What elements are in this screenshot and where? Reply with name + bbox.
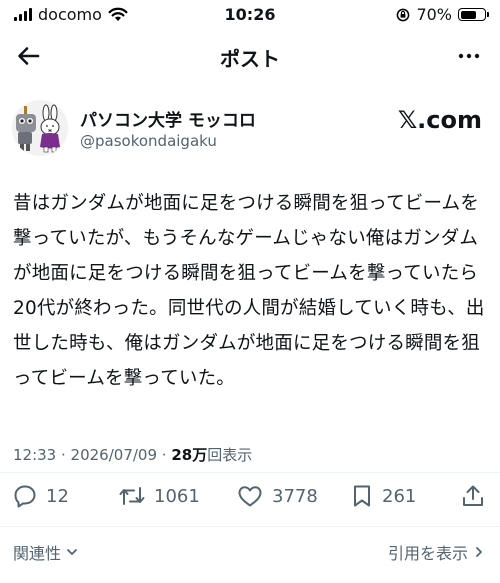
divider <box>0 472 500 473</box>
battery-icon <box>458 8 489 21</box>
author-name[interactable]: パソコン大学 モッコロ <box>80 106 256 131</box>
page-title: ポスト <box>220 47 280 71</box>
source-badge: 𝕏.com <box>397 106 482 134</box>
reply-button[interactable]: 12 <box>12 483 69 509</box>
battery-level <box>460 10 476 19</box>
reply-icon <box>14 485 36 508</box>
tweet-meta: 12:33 · 2026/07/09 · 28万回表示 <box>13 444 252 465</box>
quotes-label: 引用を表示 <box>387 544 468 563</box>
sort-label: 関連性 <box>13 544 62 563</box>
tweet-text: 昔はガンダムが地面に足をつける瞬間を狙ってビームを撃っていたが、もうそんなゲーム… <box>13 193 485 389</box>
chevron-down-icon <box>67 549 77 555</box>
author-row: パソコン大学 モッコロ @pasokondaigaku 𝕏.com <box>12 100 488 160</box>
meta-separator: · <box>56 446 71 464</box>
retweet-icon <box>119 487 145 505</box>
reply-count: 12 <box>46 485 69 507</box>
view-count[interactable]: 28万 <box>171 446 207 464</box>
like-count: 3778 <box>272 485 318 507</box>
tweet-date: 2026/07/09 <box>70 446 158 464</box>
battery-percent: 70% <box>416 5 452 24</box>
author-handle[interactable]: @pasokondaigaku <box>80 132 217 150</box>
chevron-right-icon <box>476 547 482 557</box>
meta-separator: · <box>157 446 172 464</box>
status-right: 70% <box>396 5 489 24</box>
avatar-illustration-icon <box>16 104 60 153</box>
share-icon <box>463 485 483 506</box>
share-button[interactable] <box>460 483 486 509</box>
heart-icon <box>238 486 262 507</box>
bookmark-count: 261 <box>382 485 417 507</box>
bookmark-icon <box>354 485 370 507</box>
avatar[interactable] <box>12 100 68 156</box>
retweet-button[interactable]: 1061 <box>118 483 200 509</box>
sort-relevance-button[interactable]: 関連性 <box>13 540 79 564</box>
reply-sort-bar: 関連性 引用を表示 <box>0 538 500 568</box>
status-bar: docomo 10:26 70% <box>0 0 500 30</box>
divider <box>0 526 500 527</box>
view-quotes-button[interactable]: 引用を表示 <box>388 540 486 564</box>
tweet-time: 12:33 <box>13 446 57 464</box>
top-nav: ポスト <box>0 35 500 80</box>
retweet-count: 1061 <box>154 485 200 507</box>
like-button[interactable]: 3778 <box>236 483 318 509</box>
bookmark-button[interactable]: 261 <box>350 483 416 509</box>
more-options-icon[interactable] <box>454 41 484 71</box>
action-bar: 12 1061 3778 261 <box>0 483 500 515</box>
view-label: 回表示 <box>207 446 253 464</box>
orientation-lock-icon <box>397 8 410 21</box>
tweet-detail-screen: docomo 10:26 70% ポスト パソコン大学 モッコロ @pasoko… <box>0 0 500 583</box>
